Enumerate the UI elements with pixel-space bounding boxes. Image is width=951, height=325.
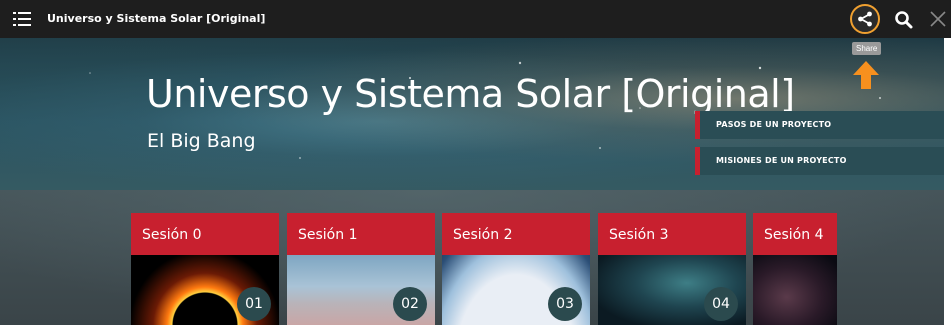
- close-button[interactable]: [928, 8, 948, 30]
- page-title: Universo y Sistema Solar [Original]: [146, 72, 795, 116]
- share-tooltip: Share: [852, 42, 882, 55]
- search-icon: [895, 11, 913, 29]
- card-number: 03: [548, 287, 582, 321]
- session-card-1[interactable]: Sesión 1 02: [287, 213, 435, 325]
- app-frame: Universo y Sistema Solar [Original] El B…: [0, 0, 944, 325]
- link-misiones-proyecto[interactable]: MISIONES DE UN PROYECTO: [695, 147, 944, 175]
- menu-icon[interactable]: [13, 12, 31, 26]
- search-button[interactable]: [893, 9, 915, 31]
- app-title: Universo y Sistema Solar [Original]: [47, 12, 266, 25]
- session-card-4[interactable]: Sesión 4: [753, 213, 837, 325]
- share-icon: [858, 11, 872, 27]
- card-label: Sesión 3: [609, 227, 669, 243]
- card-label: Sesión 1: [298, 227, 358, 243]
- top-bar: Universo y Sistema Solar [Original]: [0, 0, 951, 38]
- page-subtitle: El Big Bang: [147, 130, 256, 152]
- card-image: [753, 255, 837, 325]
- card-label: Sesión 0: [142, 227, 202, 243]
- link-pasos-proyecto[interactable]: PASOS DE UN PROYECTO: [695, 111, 944, 139]
- card-label: Sesión 4: [764, 227, 824, 243]
- share-button[interactable]: [850, 4, 880, 34]
- session-card-0[interactable]: Sesión 0 01: [131, 213, 279, 325]
- session-card-2[interactable]: Sesión 2 03: [442, 213, 590, 325]
- page-edge: [944, 0, 951, 325]
- card-number: 02: [393, 287, 427, 321]
- card-label: Sesión 2: [453, 227, 513, 243]
- card-number: 04: [704, 287, 738, 321]
- close-icon: [930, 11, 946, 27]
- session-card-3[interactable]: Sesión 3 04: [598, 213, 746, 325]
- card-number: 01: [237, 287, 271, 321]
- arrow-up-icon: [853, 61, 879, 89]
